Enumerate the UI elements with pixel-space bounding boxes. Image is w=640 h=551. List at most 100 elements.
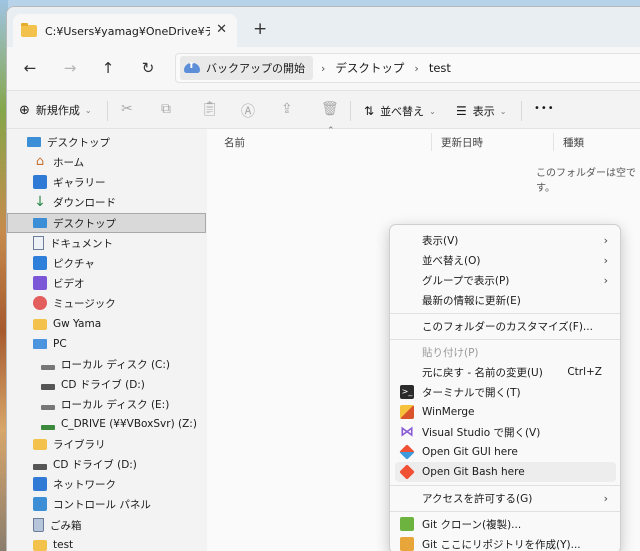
tab-title: C:¥Users¥yamag¥OneDrive¥デスクトップ (45, 24, 210, 38)
network-drive-icon (41, 424, 55, 430)
sort-label: 並べ替え (380, 105, 425, 118)
folder-icon (33, 318, 47, 330)
context-menu: 表示(V) › 並べ替え(O) › グループで表示(P) › 最新の情報に更新(E) … (389, 224, 621, 551)
chevron-right-icon: › (603, 233, 608, 247)
tab-bar: C:¥Users¥yamag¥OneDrive¥デスクトップ ✕ + (7, 7, 640, 47)
cut-icon[interactable]: ✂ (121, 101, 133, 117)
menu-item-git-gui[interactable]: Open Git GUI here (395, 442, 616, 462)
menu-item-git-create-repo[interactable]: Git ここにリポジトリを作成(Y)... (395, 534, 616, 551)
menu-separator (390, 511, 620, 512)
menu-item-view[interactable]: 表示(V) › (395, 230, 616, 250)
sidebar-item-gallery[interactable]: ギャラリー (33, 172, 106, 192)
new-tab-button[interactable]: + (253, 19, 267, 39)
sidebar-item-documents[interactable]: ドキュメント (33, 233, 113, 253)
menu-item-git-clone[interactable]: Git クローン(複製)... (395, 514, 616, 534)
sort-button[interactable]: ⇅ 並べ替え ⌄ (364, 103, 436, 119)
breadcrumb-test[interactable]: test (429, 61, 451, 75)
download-icon: ↓ (34, 194, 46, 210)
share-icon[interactable]: ⇪ (281, 101, 293, 117)
forward-button[interactable]: → (59, 59, 81, 77)
column-divider[interactable] (553, 133, 554, 151)
close-tab-icon[interactable]: ✕ (216, 22, 227, 37)
chevron-right-icon: › (603, 491, 608, 505)
menu-item-paste[interactable]: 貼り付け(P) (395, 342, 616, 362)
divider (521, 101, 522, 121)
sidebar-item-music[interactable]: ミュージック (33, 293, 116, 313)
sidebar-item-network[interactable]: ネットワーク (33, 474, 116, 494)
address-bar[interactable]: バックアップの開始 › デスクトップ › test (175, 53, 640, 83)
menu-item-open-terminal[interactable]: >_ ターミナルで開く(T) (395, 382, 616, 402)
column-divider[interactable] (431, 133, 432, 151)
breadcrumb-separator[interactable]: › (414, 62, 418, 75)
sidebar-item-pictures[interactable]: ピクチャ (33, 253, 95, 273)
backup-crumb[interactable]: バックアップの開始 (180, 56, 313, 80)
menu-item-customize-folder[interactable]: このフォルダーのカスタマイズ(F)... (395, 316, 616, 336)
divider (350, 101, 351, 121)
menu-separator (390, 339, 620, 340)
home-icon: ⌂ (35, 154, 45, 169)
menu-separator (390, 313, 620, 314)
sidebar-item-desktop[interactable]: デスクトップ (7, 213, 206, 233)
menu-item-undo-rename[interactable]: 元に戻す - 名前の変更(U) Ctrl+Z (395, 362, 616, 382)
pc-icon (33, 339, 47, 349)
winmerge-icon (400, 405, 414, 419)
column-header-name[interactable]: 名前 (224, 135, 245, 150)
sidebar-item-cd-d-2[interactable]: CD ドライブ (D:) (33, 454, 137, 474)
network-icon (33, 477, 47, 491)
breadcrumb-desktop[interactable]: デスクトップ (335, 60, 404, 76)
terminal-icon: >_ (400, 385, 414, 399)
menu-item-give-access[interactable]: アクセスを許可する(G) › (395, 488, 616, 508)
plus-circle-icon: ⊕ (19, 102, 30, 118)
desktop-icon (33, 218, 47, 228)
visual-studio-icon: ⋈ (400, 424, 414, 440)
sidebar-item-downloads[interactable]: ↓ ダウンロード (33, 192, 116, 212)
sidebar-item-libraries[interactable]: ライブラリ (33, 434, 106, 454)
control-panel-icon (33, 497, 47, 511)
column-header-modified[interactable]: 更新日時 (441, 135, 483, 150)
sidebar-item-cd-d[interactable]: CD ドライブ (D:) (41, 374, 145, 394)
cd-drive-icon (41, 383, 55, 390)
desktop-icon (27, 137, 41, 147)
column-header-type[interactable]: 種類 (563, 135, 584, 150)
backup-label: バックアップの開始 (206, 62, 305, 75)
new-label: 新規作成 (35, 104, 80, 117)
sidebar-item-control-panel[interactable]: コントロール パネル (33, 494, 151, 514)
menu-item-git-bash[interactable]: Open Git Bash here (395, 462, 616, 482)
menu-item-open-visual-studio[interactable]: ⋈ Visual Studio で開く(V) (395, 422, 616, 442)
drive-icon (41, 364, 55, 370)
tab-current-folder[interactable]: C:¥Users¥yamag¥OneDrive¥デスクトップ ✕ (13, 14, 237, 47)
more-options-button[interactable]: ••• (534, 103, 555, 114)
copy-icon[interactable]: ⧉ (161, 101, 171, 117)
paste-icon[interactable]: 📋︎ (201, 101, 219, 117)
document-icon (33, 236, 44, 250)
chevron-right-icon: › (603, 253, 608, 267)
menu-item-winmerge[interactable]: WinMerge (395, 402, 616, 422)
sidebar-item-home[interactable]: ⌂ ホーム (33, 152, 84, 172)
drive-icon (41, 404, 55, 410)
video-icon (33, 276, 47, 290)
navigation-pane: デスクトップ ⌂ ホーム ギャラリー ↓ ダウンロード デスクトップ ドキュメント … (7, 129, 207, 551)
menu-item-sort[interactable]: 並べ替え(O) › (395, 250, 616, 270)
sidebar-item-drive-e[interactable]: ローカル ディスク (E:) (41, 394, 169, 414)
rename-icon[interactable]: Ⓐ (241, 101, 255, 121)
view-button[interactable]: ☰ 表示 ⌄ (456, 103, 506, 119)
cd-drive-icon (33, 463, 47, 470)
refresh-button[interactable]: ↻ (137, 59, 159, 77)
sidebar-item-videos[interactable]: ビデオ (33, 273, 85, 293)
breadcrumb-separator[interactable]: › (321, 62, 325, 75)
up-button[interactable]: ↑ (97, 59, 119, 77)
sidebar-item-desktop-root[interactable]: デスクトップ (27, 132, 110, 152)
tortoisegit-clone-icon (400, 517, 414, 531)
sidebar-item-gw-yama[interactable]: Gw Yama (33, 314, 101, 334)
gallery-icon (33, 175, 47, 189)
back-button[interactable]: ← (19, 59, 41, 77)
sidebar-item-pc[interactable]: PC (33, 334, 67, 354)
sidebar-item-test[interactable]: test (33, 535, 73, 551)
sidebar-item-drive-c[interactable]: ローカル ディスク (C:) (41, 354, 170, 374)
menu-item-group-by[interactable]: グループで表示(P) › (395, 270, 616, 290)
menu-item-refresh[interactable]: 最新の情報に更新(E) (395, 290, 616, 310)
sidebar-item-drive-z[interactable]: C_DRIVE (¥¥VBoxSvr) (Z:) (41, 414, 197, 434)
new-button[interactable]: ⊕ 新規作成 ⌄ (19, 102, 92, 118)
sidebar-item-recycle-bin[interactable]: ごみ箱 (33, 515, 82, 535)
delete-icon[interactable]: 🗑︎ (321, 101, 339, 117)
